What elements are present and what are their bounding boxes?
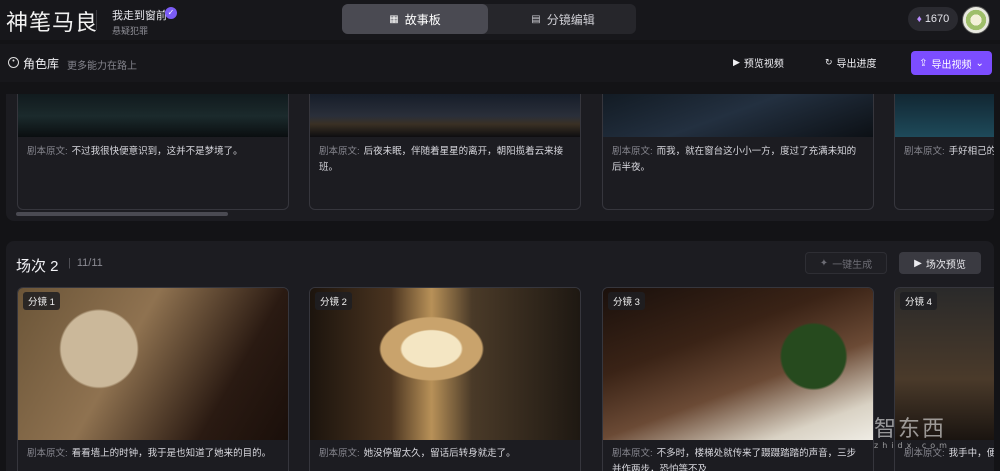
export-progress-label: 导出进度 [836, 59, 877, 70]
shot-card[interactable]: 剧本原文: 后夜未眠，伴随着星星的离开，朝阳揽着云来接班。 [309, 94, 581, 210]
shot-thumbnail[interactable] [18, 288, 288, 440]
script-label: 剧本原文: [319, 146, 360, 157]
shot-script: 剧本原文: 不多时，楼梯处就传来了蹑蹑踏踏的声音，三步并作两步，恐怕等不及 [612, 446, 864, 471]
toolbar: • 角色库 更多能力在路上 ▶ 预览视频 ↻ 导出进度 ⇪ 导出视频 ⌄ [0, 44, 1000, 82]
view-switcher: ▦ 故事板 ▤ 分镜编辑 [342, 4, 636, 34]
upload-icon: ⇪ [919, 57, 928, 69]
credits-value: 1670 [924, 13, 950, 25]
shot-count-value: 11/11 [76, 257, 103, 269]
script-text: 手好相己的感觉了。 [948, 146, 994, 157]
tab-storyboard-label: 故事板 [404, 12, 441, 27]
credits-badge[interactable]: ♦ 1670 [908, 7, 958, 31]
shot-script: 剧本原文: 她没停留太久，留话后转身就走了。 [319, 446, 571, 462]
shot-thumbnail[interactable] [18, 94, 288, 137]
divider [96, 10, 97, 30]
preview-video-label: 预览视频 [743, 59, 784, 70]
shot-script: 剧本原文: 而我，就在窗台这小小一方，度过了充满未知的后半夜。 [612, 144, 864, 176]
chevron-down-icon: ⌄ [975, 57, 984, 69]
app-logo[interactable]: 神笔马良 [6, 5, 98, 37]
script-label: 剧本原文: [27, 146, 68, 157]
generate-label: 一键生成 [832, 259, 873, 271]
shot-card[interactable]: 分镜 3 剧本原文: 不多时，楼梯处就传来了蹑蹑踏踏的声音，三步并作两步，恐怕等不… [602, 287, 874, 471]
shot-script: 剧本原文: 看看墙上的时钟，我于是也知道了她来的目的。 [27, 446, 279, 462]
magic-wand-icon: ✦ [819, 257, 829, 269]
script-text: 我手中，便也关门下 [948, 448, 994, 459]
tab-shot-edit-label: 分镜编辑 [546, 12, 595, 27]
layers-icon: ▤ [531, 13, 541, 25]
scene-panel-2: 场次 2 | 11/11 ✦ 一键生成 ▶ 场次预览 分镜 1 剧本原文: 看看墙上… [6, 241, 994, 471]
export-progress-button[interactable]: ↻ 导出进度 [825, 55, 877, 70]
gem-icon: ♦ [916, 13, 922, 25]
tab-shot-edit[interactable]: ▤ 分镜编辑 [490, 4, 636, 34]
script-text: 她没停留太久，留话后转身就走了。 [363, 448, 516, 459]
scene-preview-label: 场次预览 [925, 259, 966, 271]
preview-video-button[interactable]: ▶ 预览视频 [733, 55, 784, 70]
horizontal-scrollbar[interactable] [16, 212, 228, 216]
project-title[interactable]: 我走到窗前 [112, 7, 167, 23]
script-text: 看看墙上的时钟，我于是也知道了她来的目的。 [71, 448, 272, 459]
play-icon: ▶ [733, 57, 740, 67]
script-label: 剧本原文: [27, 448, 68, 459]
shot-card[interactable]: 剧本原文: 而我，就在窗台这小小一方，度过了充满未知的后半夜。 [602, 94, 874, 210]
shot-script: 剧本原文: 后夜未眠，伴随着星星的离开，朝阳揽着云来接班。 [319, 144, 571, 176]
progress-icon: ↻ [825, 57, 833, 67]
script-text: 不过我很快便意识到，这并不是梦境了。 [71, 146, 243, 157]
one-click-generate-button[interactable]: ✦ 一键生成 [805, 252, 887, 274]
export-video-button[interactable]: ⇪ 导出视频 ⌄ [911, 51, 992, 75]
script-label: 剧本原文: [904, 146, 945, 157]
shot-card[interactable]: 分镜 1 剧本原文: 看看墙上的时钟，我于是也知道了她来的目的。 [17, 287, 289, 471]
shot-script: 剧本原文: 不过我很快便意识到，这并不是梦境了。 [27, 144, 279, 160]
role-library-hint: 更多能力在路上 [67, 61, 137, 72]
shot-thumbnail[interactable] [310, 288, 580, 440]
export-video-label: 导出视频 [931, 59, 972, 71]
scene-panel-1: 剧本原文: 不过我很快便意识到，这并不是梦境了。 剧本原文: 后夜未眠，伴随着星星的… [6, 94, 994, 221]
shot-number-badge: 分镜 4 [900, 292, 937, 310]
tab-storyboard[interactable]: ▦ 故事板 [342, 4, 488, 34]
role-library-button[interactable]: 角色库 [23, 55, 59, 72]
project-genre: 悬疑犯罪 [112, 26, 149, 36]
play-icon: ▶ [914, 257, 922, 269]
shot-thumbnail[interactable] [603, 94, 873, 137]
top-bar: 神笔马良 我走到窗前 ✓ 悬疑犯罪 ▦ 故事板 ▤ 分镜编辑 ♦ 1670 [0, 0, 1000, 40]
scene-preview-button[interactable]: ▶ 场次预览 [899, 252, 981, 274]
watermark: 智东西 zhidx.com [874, 411, 951, 450]
script-label: 剧本原文: [319, 448, 360, 459]
verified-check-icon: ✓ [165, 7, 177, 19]
shot-thumbnail[interactable] [603, 288, 873, 440]
scene-title: 场次 2 [16, 258, 59, 275]
watermark-text: 智东西 [874, 417, 947, 442]
watermark-url: zhidx.com [874, 441, 951, 450]
shot-number-badge: 分镜 3 [608, 292, 645, 310]
shot-number-badge: 分镜 2 [315, 292, 352, 310]
shot-script: 剧本原文:手好相己的感觉了。 [904, 144, 994, 160]
shot-card[interactable]: 剧本原文: 不过我很快便意识到，这并不是梦境了。 [17, 94, 289, 210]
grid-icon: ▦ [389, 13, 399, 25]
scene-shot-count: | 11/11 [68, 257, 103, 269]
avatar[interactable] [962, 6, 990, 34]
shot-card[interactable]: 分镜 2 剧本原文: 她没停留太久，留话后转身就走了。 [309, 287, 581, 471]
shot-card[interactable]: 剧本原文:手好相己的感觉了。 [894, 94, 994, 210]
script-label: 剧本原文: [612, 146, 653, 157]
script-label: 剧本原文: [612, 448, 653, 459]
role-library-icon: • [8, 57, 19, 68]
shot-thumbnail[interactable] [895, 94, 994, 137]
shot-thumbnail[interactable] [310, 94, 580, 137]
shot-number-badge: 分镜 1 [23, 292, 60, 310]
